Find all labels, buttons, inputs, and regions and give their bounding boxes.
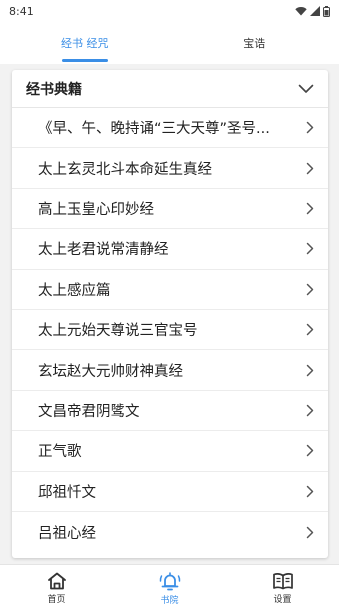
list-item-label: 太上感应篇 [38, 282, 111, 299]
nav-settings[interactable]: 设置 [226, 565, 339, 611]
home-icon [47, 572, 66, 589]
nav-settings-label: 设置 [273, 594, 292, 605]
list-item[interactable]: 吕祖心经 [12, 512, 328, 552]
list-item-label: 《早、午、晚持诵“三大天尊”圣号... [38, 121, 270, 138]
chevron-right-icon [306, 364, 314, 376]
signal-icon [310, 6, 320, 16]
status-time: 8:41 [9, 4, 34, 18]
nav-home-label: 首页 [47, 594, 66, 605]
chevron-right-icon [306, 404, 314, 417]
list-item-label: 文昌帝君阴骘文 [38, 403, 140, 420]
list-item-label: 太上玄灵北斗本命延生真经 [38, 161, 212, 178]
bell-icon [159, 571, 180, 590]
top-tabs: 经书 经咒 宝诰 [0, 22, 339, 64]
list-item-label: 太上老君说常清静经 [38, 242, 169, 259]
card-header[interactable]: 经书典籍 [12, 70, 328, 108]
tab-active-indicator [61, 59, 108, 62]
list-item-label: 正气歌 [38, 444, 82, 461]
tab-baogao-label: 宝诰 [243, 37, 266, 50]
card-title: 经书典籍 [26, 81, 82, 98]
list-item[interactable]: 邱祖忏文 [12, 472, 328, 512]
book-icon [272, 572, 293, 589]
wifi-icon [295, 7, 307, 16]
list-item[interactable]: 太上玄灵北斗本命延生真经 [12, 148, 328, 189]
scripture-card: 经书典籍 《早、午、晚持诵“三大天尊”圣号... 太上玄灵北斗本命延生真经 高上… [12, 70, 328, 558]
tab-scriptures-label: 经书 经咒 [61, 37, 109, 50]
list-item[interactable]: 玄坛赵大元帅财神真经 [12, 350, 328, 391]
list-item-label: 高上玉皇心印妙经 [38, 201, 154, 218]
list-item[interactable]: 太上感应篇 [12, 270, 328, 310]
bottom-nav: 首页 书院 设置 [0, 564, 339, 611]
list-item[interactable]: 太上元始天尊说三官宝号 [12, 310, 328, 351]
chevron-right-icon [306, 323, 314, 336]
list-item-label: 邱祖忏文 [38, 484, 96, 501]
battery-icon [323, 5, 330, 17]
nav-home[interactable]: 首页 [0, 565, 113, 611]
tab-scriptures[interactable]: 经书 经咒 [0, 22, 170, 64]
list-item[interactable]: 太上老君说常清静经 [12, 229, 328, 270]
nav-academy[interactable]: 书院 [113, 565, 226, 611]
list-item-label: 玄坛赵大元帅财神真经 [38, 363, 183, 380]
chevron-right-icon [306, 485, 314, 497]
list-item-label: 吕祖心经 [38, 525, 96, 542]
list-item[interactable]: 《早、午、晚持诵“三大天尊”圣号... [12, 108, 328, 149]
chevron-right-icon [306, 121, 314, 134]
chevron-right-icon [306, 243, 314, 255]
list-item[interactable]: 文昌帝君阴骘文 [12, 391, 328, 432]
status-bar: 8:41 [0, 0, 339, 22]
chevron-right-icon [306, 526, 314, 538]
list-item[interactable]: 正气歌 [12, 431, 328, 472]
chevron-right-icon [306, 445, 314, 457]
tab-baogao[interactable]: 宝诰 [170, 22, 339, 64]
chevron-down-icon[interactable] [298, 84, 314, 94]
nav-academy-label: 书院 [160, 595, 179, 606]
chevron-right-icon [306, 283, 314, 295]
status-icons [295, 5, 330, 17]
chevron-right-icon [306, 202, 314, 215]
list-item-label: 太上元始天尊说三官宝号 [38, 323, 198, 340]
chevron-right-icon [306, 162, 314, 174]
list-item[interactable]: 高上玉皇心印妙经 [12, 189, 328, 230]
